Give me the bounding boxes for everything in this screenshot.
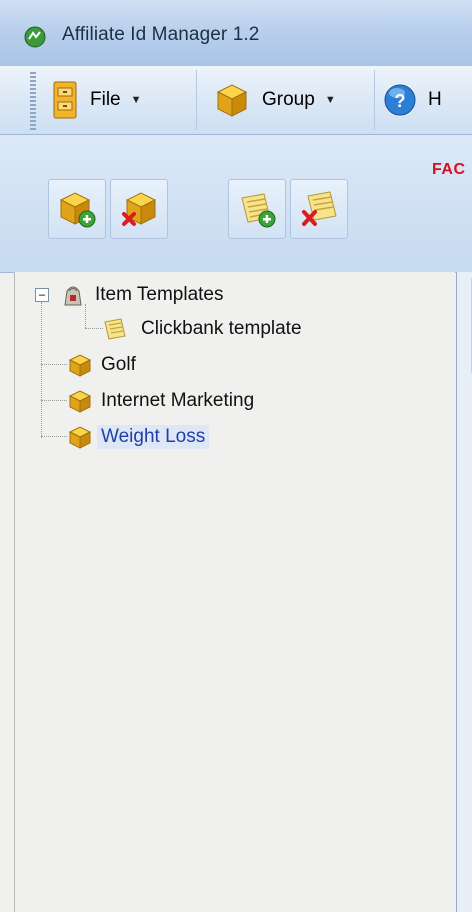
tree-line [41,302,42,438]
window-title: Affiliate Id Manager 1.2 [62,24,260,45]
tree-line [41,400,67,401]
tree-node-label: Golf [101,354,136,375]
group-box-icon [68,390,92,413]
add-item-icon [241,193,276,228]
file-menu[interactable]: File ▼ [50,70,197,130]
collapse-icon[interactable]: − [35,288,49,302]
help-menu[interactable]: ? H [378,70,472,130]
chevron-down-icon: ▼ [130,94,142,106]
tree-node-label: Clickbank template [141,318,302,339]
delete-group-icon [122,192,157,226]
tree-node-item-templates[interactable]: − Item Templates [35,280,223,310]
add-item-button[interactable] [228,179,286,239]
group-box-icon [68,354,92,377]
tree-node-label: Internet Marketing [101,390,255,411]
file-menu-label: File [90,89,121,110]
title-bar: Affiliate Id Manager 1.2 [0,0,472,67]
faq-link[interactable]: FAC [432,161,466,179]
add-group-button[interactable] [48,179,106,239]
chevron-down-icon: ▼ [324,94,336,106]
ribbon: FAC [0,135,472,273]
menu-toolbar: File ▼ Group ▼ ? H [0,66,472,135]
tree-line [41,364,67,365]
toolbar-grip[interactable] [30,72,36,130]
group-menu[interactable]: Group ▼ [200,70,375,130]
help-icon: ? [384,84,416,116]
delete-item-icon [302,191,337,226]
file-cabinet-icon [53,81,77,119]
tree-node-weight-loss[interactable]: Weight Loss [67,422,210,452]
template-note-icon [104,318,126,340]
group-menu-label: Group [262,89,315,110]
app-logo-icon [24,26,46,48]
help-menu-label: H [428,89,442,110]
tree-node-internet-marketing[interactable]: Internet Marketing [67,386,254,416]
add-group-icon [59,192,96,228]
group-box-icon [216,84,248,117]
tree-node-clickbank-template[interactable]: Clickbank template [101,314,302,344]
detail-panel [456,272,472,912]
group-box-icon [68,426,92,449]
tree-node-label: Weight Loss [97,425,210,449]
group-tree: − Item Templates Clickbank template Golf [14,272,455,912]
tree-line [41,436,67,437]
tree-node-label: Item Templates [95,284,224,305]
templates-bag-icon [64,286,82,306]
delete-item-button[interactable] [290,179,348,239]
delete-group-button[interactable] [110,179,168,239]
tree-node-golf[interactable]: Golf [67,350,136,380]
svg-text:?: ? [395,91,406,111]
